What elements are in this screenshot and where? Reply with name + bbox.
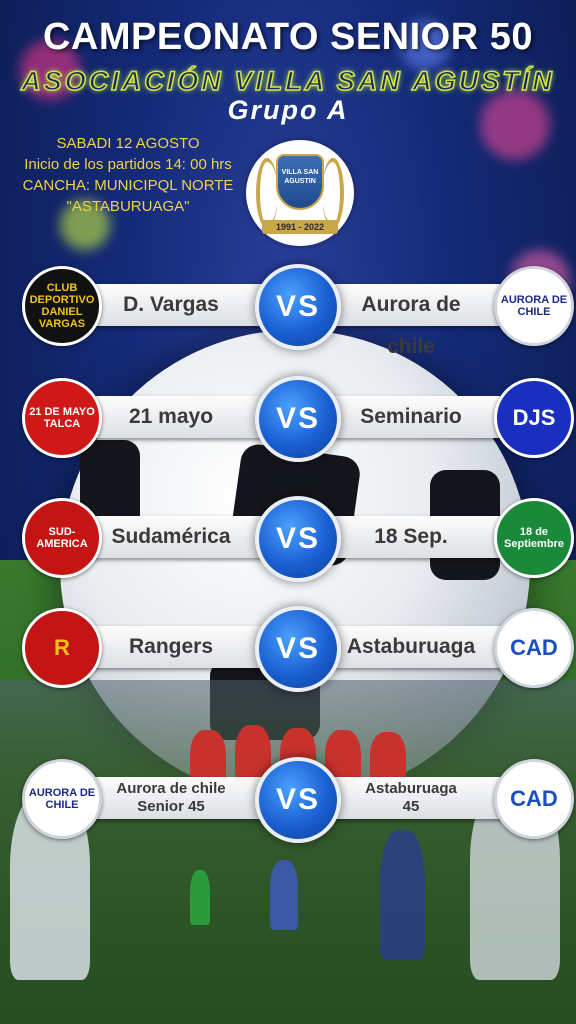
away-team-name: Astaburuaga 45 (365, 780, 457, 815)
dvargas-club-icon: CLUB DEPORTIVO DANIEL VARGAS (22, 266, 102, 346)
vs-badge: VS (255, 376, 341, 462)
field-name: CANCHA: MUNICIPQL NORTE (22, 177, 234, 194)
match-row: D. Vargas Aurora de chile VS CLUB DEPORTIVO… (0, 262, 576, 358)
away-team-name: 18 Sep. (374, 525, 448, 548)
vs-badge: VS (255, 496, 341, 582)
association-name: Asociación Villa San Agustín (20, 65, 555, 97)
crest-shield: VILLA SAN AGUSTIN (276, 154, 324, 210)
home-team-name: Rangers (128, 635, 214, 658)
vs-badge: VS (255, 757, 341, 843)
aurora-de-chile-icon: AURORA DE CHILE (494, 266, 574, 346)
vs-badge: VS (255, 606, 341, 692)
venue-name: "ASTABURUAGA" (66, 198, 190, 215)
aurora-de-chile-icon: AURORA DE CHILE (22, 759, 102, 839)
18-de-septiembre-icon: 18 de Septiembre (494, 498, 574, 578)
match-date: SABADI 12 AGOSTO (56, 135, 200, 152)
vs-badge: VS (255, 264, 341, 350)
rangers-icon: R (22, 608, 102, 688)
association-crest-icon: VILLA SAN AGUSTIN 1991 - 2022 (246, 140, 354, 246)
cad-astaburuaga-icon: CAD (494, 608, 574, 688)
cad-astaburuaga-icon: CAD (494, 759, 574, 839)
djs-seminario-icon: DJS (494, 378, 574, 458)
away-team-name: Astaburuaga (346, 635, 476, 658)
page-title: CAMPEONATO SENIOR 50 (42, 16, 533, 58)
match-row: Aurora de chile Senior 45 Astaburuaga 45 V… (0, 755, 576, 845)
away-team-name: Seminario (360, 405, 462, 428)
away-team-name: Aurora de chile (361, 293, 461, 358)
laurel-left-icon (256, 158, 278, 228)
home-team-name: Sudamérica (111, 525, 231, 548)
sud-america-icon: SUD-AMERICA (22, 498, 102, 578)
21-de-mayo-icon: 21 DE MAYO TALCA (22, 378, 102, 458)
match-row: Sudamérica 18 Sep. VS SUD-AMERICA 18 de Sept… (0, 494, 576, 584)
home-team-name: 21 mayo (128, 405, 214, 428)
team-photo-overlay (0, 680, 576, 1024)
match-row: Rangers Astaburuaga VS R CAD (0, 604, 576, 694)
match-row: 21 mayo Seminario VS 21 DE MAYO TALCA DJS (0, 374, 576, 464)
laurel-right-icon (322, 158, 344, 228)
home-team-name: Aurora de chile Senior 45 (116, 780, 226, 815)
crest-years: 1991 - 2022 (262, 220, 338, 234)
group-label: Grupo A (227, 95, 349, 125)
start-time: Inicio de los partidos 14: 00 hrs (24, 156, 232, 173)
home-team-name: D. Vargas (123, 293, 219, 316)
match-info: SABADI 12 AGOSTO Inicio de los partidos … (8, 133, 248, 217)
